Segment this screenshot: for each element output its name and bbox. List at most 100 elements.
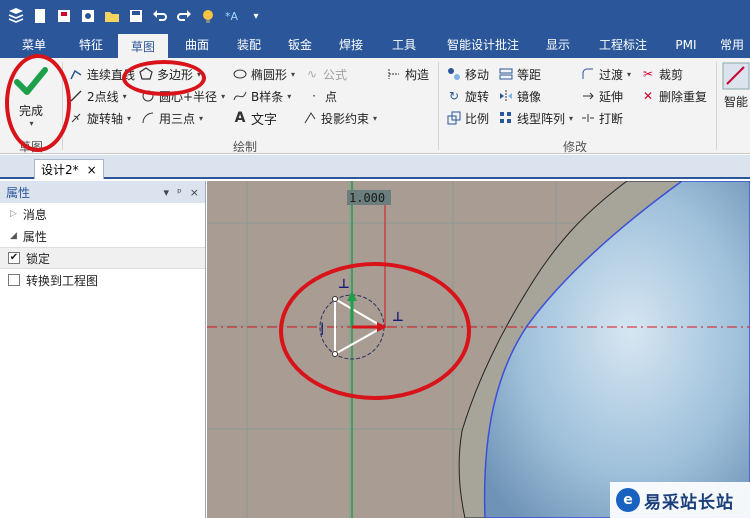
trim-button[interactable]: ✂ 裁剪 (640, 64, 683, 84)
smart-cut-button[interactable]: 智能 (722, 62, 750, 124)
tab-menu[interactable]: 菜单 (12, 32, 56, 58)
expand-icon[interactable]: ▷ (10, 209, 17, 219)
project-constraint-button[interactable]: 投影约束 ▾ (302, 108, 377, 128)
panel-menu-icon[interactable]: ▾ (164, 186, 170, 199)
dropdown-icon[interactable]: ▾ (246, 6, 266, 26)
break-button[interactable]: 打断 (580, 108, 623, 128)
document-tab[interactable]: 设计2* × (34, 159, 104, 179)
rotation-axis-button[interactable]: 旋转轴 ▾ (68, 108, 131, 128)
tab-display[interactable]: 显示 (538, 32, 578, 58)
tab-smart-design[interactable]: 智能设计批注 (438, 32, 528, 58)
open-folder-icon[interactable] (102, 6, 122, 26)
linear-array-button[interactable]: 线型阵列 ▾ (498, 108, 573, 128)
mirror-label: 镜像 (517, 89, 542, 104)
save-as-icon[interactable] (54, 6, 74, 26)
ribbon: 完成 ▾ 草图 连续直线 多边形 ▾ 椭圆形 ▾ ∿ 公式 构造 2点线 ▾ 圆… (0, 58, 750, 154)
polygon-button[interactable]: 多边形 ▾ (138, 64, 201, 84)
tab-surface[interactable]: 曲面 (174, 32, 220, 58)
preview-icon[interactable] (78, 6, 98, 26)
three-point-button[interactable]: 用三点 ▾ (140, 108, 203, 128)
save-icon[interactable] (126, 6, 146, 26)
scissors-icon: ✂ (642, 67, 654, 81)
properties-section-label: 属性 (22, 229, 47, 244)
lock-label: 锁定 (26, 251, 51, 266)
three-point-label: 用三点 (159, 111, 196, 126)
properties-section-row[interactable]: ◢ 属性 (0, 225, 205, 247)
two-point-line-label: 2点线 (87, 89, 119, 104)
mirror-button[interactable]: 镜像 (498, 86, 541, 106)
chevron-down-icon: ▾ (122, 91, 127, 101)
polygon-label: 多边形 (157, 67, 194, 82)
sketch-drawing: 1.000 ⊥ ⊥ | (207, 181, 750, 518)
vertex-point[interactable] (332, 351, 338, 357)
delete-overlap-button[interactable]: ✕ 删除重复 (640, 86, 707, 106)
two-point-line-button[interactable]: 2点线 ▾ (68, 86, 127, 106)
messages-row[interactable]: ▷ 消息 (0, 203, 205, 225)
lock-checkbox[interactable]: ✔ (8, 252, 20, 264)
messages-label: 消息 (22, 207, 47, 222)
finish-button[interactable]: 完成 ▾ (8, 62, 54, 132)
extend-icon (580, 88, 596, 104)
center-radius-button[interactable]: 圆心+半径 ▾ (140, 86, 225, 106)
redo-icon[interactable] (174, 6, 194, 26)
collapse-icon[interactable]: ◢ (10, 231, 17, 241)
chevron-down-icon: ▾ (199, 113, 204, 123)
move-button[interactable]: 移动 (446, 64, 489, 84)
watermark: e 易采站长站 (610, 482, 750, 518)
continuous-line-button[interactable]: 连续直线 (68, 64, 135, 84)
ellipse-button[interactable]: 椭圆形 ▾ (232, 64, 295, 84)
point-button[interactable]: · 点 (306, 86, 337, 106)
convert-row[interactable]: 转换到工程图 (0, 269, 205, 291)
tab-engineering-annotation[interactable]: 工程标注 (590, 32, 656, 58)
sparkle-icon[interactable]: *A (222, 6, 242, 26)
rotate-button[interactable]: ↻ 旋转 (446, 86, 489, 106)
close-icon[interactable]: × (190, 186, 199, 199)
close-icon[interactable]: × (87, 163, 97, 177)
convert-checkbox[interactable] (8, 274, 20, 286)
scale-button[interactable]: 比例 (446, 108, 489, 128)
move-icon (446, 66, 462, 82)
tab-feature[interactable]: 特征 (68, 32, 114, 58)
app-logo-icon[interactable] (6, 6, 26, 26)
point-icon: · (312, 89, 316, 103)
circle-icon (140, 88, 156, 104)
ellipse-label: 椭圆形 (251, 67, 288, 82)
smart-cut-label: 智能 (723, 95, 748, 109)
light-bulb-icon[interactable] (198, 6, 218, 26)
document-tab-label: 设计2* (41, 163, 79, 177)
scale-icon (446, 110, 462, 126)
text-label: 文字 (251, 112, 278, 128)
menu-tab-bar: 菜单 特征 草图 曲面 装配 钣金 焊接 工具 智能设计批注 显示 工程标注 P… (0, 32, 750, 58)
divider (716, 62, 717, 150)
transition-button[interactable]: 过渡 ▾ (580, 64, 631, 84)
equidistant-button[interactable]: 等距 (498, 64, 541, 84)
move-label: 移动 (465, 67, 490, 82)
text-button[interactable]: A 文字 (232, 108, 277, 128)
tab-common[interactable]: 常用 (712, 32, 750, 58)
chevron-down-icon: ▾ (627, 69, 632, 79)
extend-button[interactable]: 延伸 (580, 86, 623, 106)
properties-panel: 属性 ▾ ᵖ × ▷ 消息 ◢ 属性 ✔ 锁定 转换到工程图 (0, 181, 206, 518)
new-file-icon[interactable] (30, 6, 50, 26)
tab-welding[interactable]: 焊接 (328, 32, 374, 58)
ellipse-icon (232, 66, 248, 82)
tab-sheet-metal[interactable]: 钣金 (278, 32, 322, 58)
tab-tools[interactable]: 工具 (382, 32, 426, 58)
equidistant-label: 等距 (517, 67, 542, 82)
undo-icon[interactable] (150, 6, 170, 26)
tab-assembly[interactable]: 装配 (226, 32, 272, 58)
delete-icon: ✕ (642, 89, 654, 103)
b-spline-button[interactable]: B样条 ▾ (232, 86, 291, 106)
vertex-point[interactable] (332, 296, 338, 302)
sketch-canvas[interactable]: 1.000 ⊥ ⊥ | e 易采站长站 (207, 181, 750, 518)
tab-pmi[interactable]: PMI (668, 32, 704, 58)
delete-overlap-label: 删除重复 (659, 89, 708, 104)
construct-button[interactable]: 构造 (386, 64, 429, 84)
mirror-icon (498, 88, 514, 104)
tab-sketch[interactable]: 草图 (118, 32, 168, 58)
formula-button[interactable]: ∿ 公式 (304, 64, 347, 84)
chevron-down-icon: ▾ (221, 91, 226, 101)
lock-row[interactable]: ✔ 锁定 (0, 247, 205, 269)
pin-icon[interactable]: ᵖ (177, 186, 182, 199)
group-label-draw: 绘制 (232, 140, 257, 154)
